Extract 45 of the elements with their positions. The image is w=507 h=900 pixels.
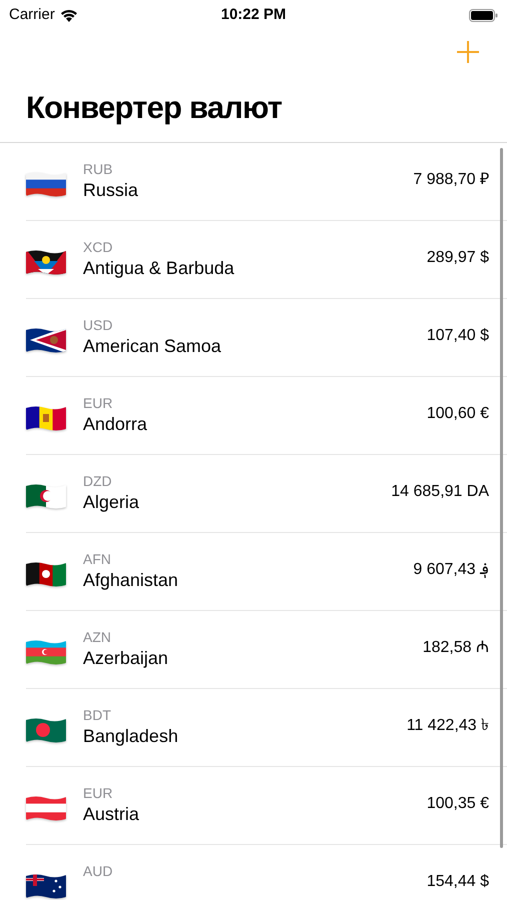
currency-code: XCD [83, 238, 114, 256]
flag-icon [26, 249, 66, 275]
tricolor-flag-icon [26, 561, 66, 587]
currency-code: BDT [83, 706, 112, 724]
amount-label: 100,35 € [426, 794, 489, 814]
amount-label: 107,40 $ [426, 326, 489, 346]
country-name: Bangladesh [83, 725, 180, 748]
country-name: American Samoa [83, 335, 222, 358]
currency-code: DZD [83, 472, 113, 490]
currency-code: AFN [83, 550, 112, 568]
add-button[interactable] [455, 39, 481, 65]
country-name: Austria [83, 803, 140, 826]
currency-code: AZN [83, 628, 112, 646]
currency-code: RUB [83, 160, 114, 178]
amount-label: 7 988,70 ₽ [413, 170, 489, 190]
currency-code: USD [83, 316, 114, 334]
country-name: Andorra [83, 413, 148, 436]
amount-label: 289,97 $ [426, 248, 489, 268]
tricolor-flag-icon [26, 639, 66, 665]
amount-label: 182,58 ₼ [422, 638, 489, 658]
tricolor-flag-icon [26, 171, 66, 197]
country-name: Azerbaijan [83, 647, 170, 670]
country-name: Antigua & Barbuda [83, 257, 236, 280]
currency-row[interactable]: AUD 154,44 $ [26, 845, 507, 900]
status-time: 10:22 PM [220, 4, 286, 25]
carrier-label: Carrier [9, 4, 55, 25]
currency-code: EUR [83, 784, 114, 802]
currency-code: AUD [83, 862, 114, 880]
amount-label: 11 422,43 ৳ [406, 716, 489, 736]
amount-label: 100,60 € [426, 404, 489, 424]
battery-icon [469, 8, 498, 22]
currency-code: EUR [83, 394, 114, 412]
country-name: Russia [83, 179, 140, 202]
country-name: Algeria [83, 491, 140, 514]
flag-icon [26, 717, 66, 743]
striped-flag-icon [26, 795, 66, 821]
amount-label: 14 685,91 DA [391, 482, 489, 502]
country-name: Afghanistan [83, 569, 180, 592]
page-title: Конвертер валют [26, 88, 282, 127]
plus-icon [457, 41, 479, 63]
amount-label: 154,44 $ [426, 872, 489, 892]
amount-label: 9 607,43 ؋ [413, 560, 489, 580]
flag-icon [26, 327, 66, 353]
tricolor-flag-icon [26, 405, 66, 431]
wifi-icon [60, 8, 78, 22]
